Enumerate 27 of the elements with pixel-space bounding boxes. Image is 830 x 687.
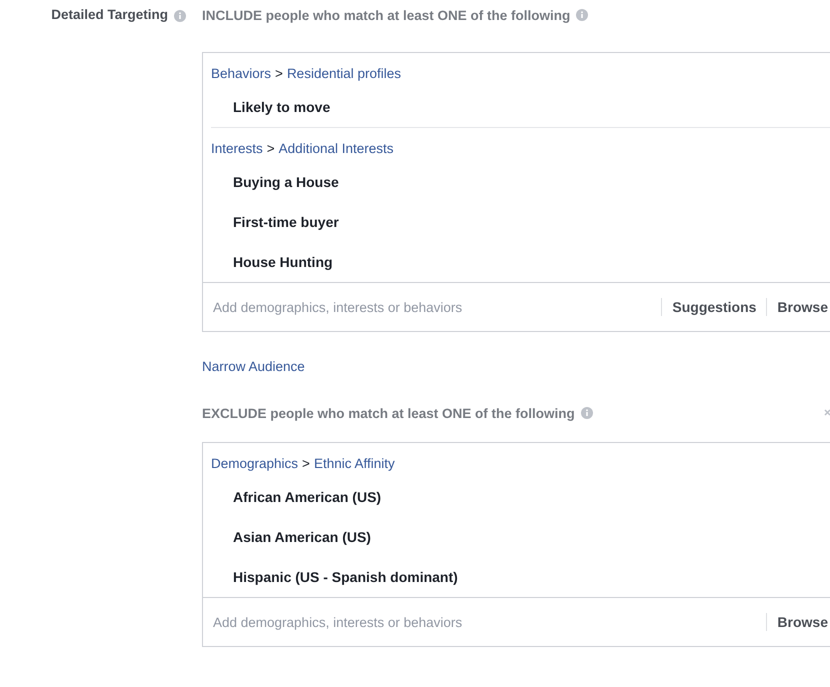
action-button[interactable]: Browse	[766, 613, 828, 631]
category-link[interactable]: Behaviors	[211, 65, 272, 83]
action-button[interactable]: Browse	[766, 298, 828, 316]
include-heading: INCLUDE people who match at least ONE of the following	[202, 8, 570, 22]
subcategory-link[interactable]: Ethnic Affinity	[314, 455, 395, 473]
info-icon	[580, 407, 593, 419]
narrow-audience-link[interactable]: Narrow Audience	[202, 358, 305, 376]
targeting-item: First-time buyer	[232, 213, 339, 232]
action-button[interactable]: Suggestions	[661, 298, 766, 316]
path-separator: >	[275, 65, 283, 83]
exclude-heading: EXCLUDE people who match at least ONE of the following	[202, 406, 575, 420]
targeting-item: Buying a House	[232, 173, 339, 192]
section-label: Detailed Targeting	[51, 6, 168, 24]
path-separator: >	[266, 140, 275, 158]
targeting-item: Hispanic (US - Spanish dominant)	[232, 568, 458, 587]
category-link[interactable]: Interests	[211, 140, 263, 158]
category-link[interactable]: Demographics	[211, 455, 298, 473]
subcategory-link[interactable]: Residential profiles	[286, 65, 401, 83]
targeting-item: Likely to move	[232, 98, 330, 117]
info-icon	[576, 9, 588, 21]
targeting-item: African American (US)	[232, 488, 382, 507]
info-icon	[174, 10, 186, 22]
targeting-item: Asian American (US)	[232, 528, 371, 547]
close-icon[interactable]	[824, 408, 830, 418]
targeting-item: House Hunting	[232, 253, 333, 272]
subcategory-link[interactable]: Additional Interests	[278, 140, 394, 158]
path-separator: >	[302, 455, 310, 473]
